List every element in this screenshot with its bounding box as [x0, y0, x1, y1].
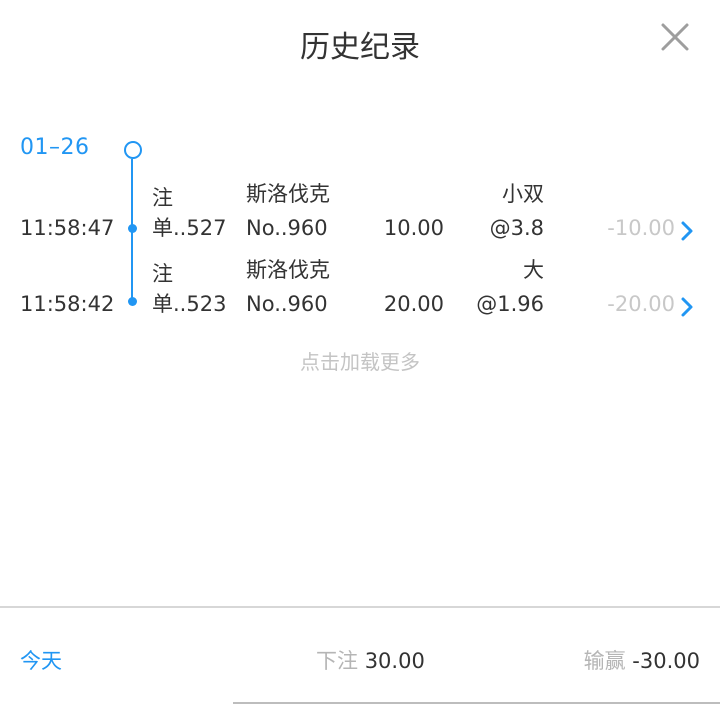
- record-match-number: No..960: [246, 216, 328, 240]
- footer-divider: [0, 606, 720, 608]
- record-stake: 20.00: [383, 292, 444, 316]
- timeline-date: 01–26: [20, 135, 90, 160]
- record-id-suffix: 单..523: [152, 292, 227, 316]
- record-odds: @1.96: [476, 292, 544, 316]
- page-title: 历史纪录: [300, 30, 420, 65]
- record-stake: 10.00: [383, 216, 444, 240]
- record-time: 11:58:42: [20, 292, 115, 316]
- record-match-number: No..960: [246, 292, 328, 316]
- winloss-value: -30.00: [632, 649, 700, 673]
- record-pick: 小双: [502, 182, 544, 206]
- record-pick: 大: [523, 258, 544, 282]
- record-result: -10.00: [607, 216, 675, 240]
- footer-bottom-divider: [233, 702, 720, 704]
- chevron-right-icon[interactable]: [680, 220, 694, 242]
- close-icon[interactable]: [656, 18, 694, 56]
- period-filter-button[interactable]: 今天: [20, 645, 62, 675]
- timeline-start-circle: [124, 141, 142, 159]
- record-team: 斯洛伐克: [246, 258, 330, 282]
- record-id-prefix: 注: [152, 186, 173, 210]
- record-row[interactable]: 11:58:42 注 单..523 斯洛伐克 No..960 20.00 大 @…: [0, 256, 720, 322]
- record-row[interactable]: 11:58:47 注 单..527 斯洛伐克 No..960 10.00 小双 …: [0, 180, 720, 246]
- bet-total-label: 下注: [316, 649, 358, 673]
- load-more-button[interactable]: 点击加载更多: [0, 346, 720, 375]
- winloss-total: 输赢 -30.00: [584, 645, 700, 675]
- record-id-prefix: 注: [152, 262, 173, 286]
- bet-total: 下注 30.00: [316, 645, 425, 675]
- record-odds: @3.8: [489, 216, 544, 240]
- bet-total-value: 30.00: [364, 649, 425, 673]
- chevron-right-icon[interactable]: [680, 296, 694, 318]
- record-time: 11:58:47: [20, 216, 115, 240]
- record-result: -20.00: [607, 292, 675, 316]
- record-id-suffix: 单..527: [152, 216, 227, 240]
- winloss-label: 输赢: [583, 649, 626, 673]
- record-team: 斯洛伐克: [246, 182, 330, 206]
